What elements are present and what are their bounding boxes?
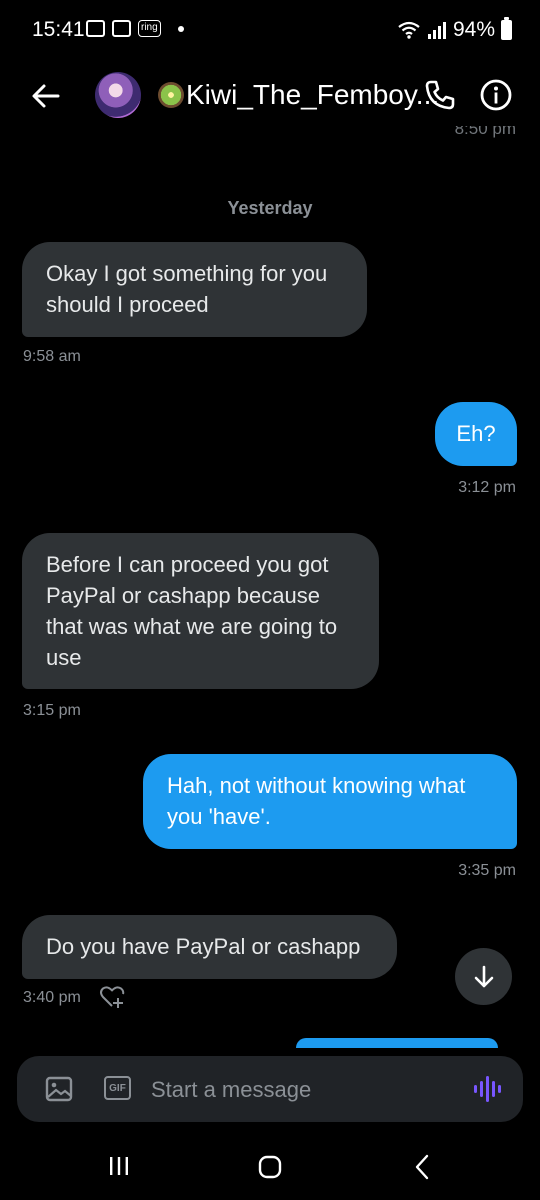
image-icon[interactable] [45,1076,73,1102]
previous-message-time: 8:50 pm [454,126,516,138]
gallery-notification-icon [86,20,105,37]
gif-button[interactable]: GIF [104,1076,131,1100]
arrow-down-icon [474,965,493,987]
phone-icon[interactable] [423,78,457,112]
home-icon[interactable] [258,1155,282,1179]
battery-percent: 94% [452,18,495,41]
incoming-message[interactable]: Okay I got something for you should I pr… [22,242,367,337]
outgoing-message-partial [296,1038,498,1048]
battery-icon [501,17,512,40]
status-bar: 15:41 ring 94% [0,0,540,62]
wifi-icon [398,21,420,39]
status-right: 94% [397,17,512,42]
incoming-message[interactable]: Do you have PayPal or cashapp [22,915,397,979]
message-time: 3:35 pm [458,862,516,879]
contact-name-text: Kiwi_The_Femboy... [186,79,440,110]
incoming-message[interactable]: Before I can proceed you got PayPal or c… [22,533,379,689]
heart-plus-icon[interactable] [99,985,125,1009]
info-icon[interactable] [479,78,513,112]
day-separator: Yesterday [227,198,313,218]
waveform-icon[interactable] [471,1074,503,1104]
scroll-to-bottom-button[interactable] [455,948,512,1005]
more-notifications-dot [177,25,184,32]
kiwi-emoji-icon [158,82,184,108]
ring-notification-icon: ring [138,20,161,37]
notification-icons: ring [86,20,184,37]
outgoing-message[interactable]: Hah, not without knowing what you 'have'… [143,754,517,849]
contact-name[interactable]: Kiwi_The_Femboy... [158,79,439,111]
system-navigation-bar [0,1130,540,1200]
message-time: 3:15 pm [23,702,81,719]
status-time: 15:41 [32,18,85,41]
contact-avatar[interactable] [95,72,141,118]
message-input[interactable] [149,1070,453,1110]
message-composer: GIF [17,1056,523,1122]
signal-icon [427,22,446,39]
outgoing-message[interactable]: Eh? [435,402,517,466]
message-time: 3:40 pm [23,989,81,1006]
app-notification-icon [112,20,131,37]
arrow-left-icon[interactable] [28,78,64,114]
message-time: 3:12 pm [458,479,516,496]
message-time: 9:58 am [23,348,81,365]
back-icon[interactable] [414,1154,430,1180]
recent-apps-icon[interactable] [108,1156,130,1176]
conversation-header: Kiwi_The_Femboy... [0,62,540,128]
